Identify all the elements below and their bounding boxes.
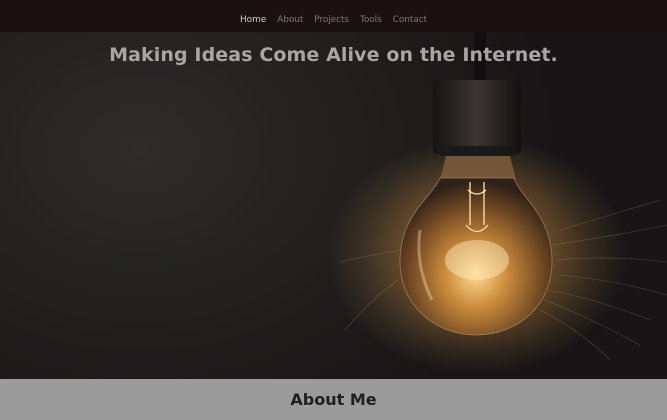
nav-link-contact[interactable]: Contact — [393, 15, 427, 25]
hero-section: Home About Projects Tools Contact Making… — [0, 0, 667, 379]
nav-link-about[interactable]: About — [277, 15, 303, 25]
hero-headline: Making Ideas Come Alive on the Internet. — [109, 44, 558, 66]
about-title: About Me — [290, 390, 377, 409]
about-section: About Me — [0, 379, 667, 420]
top-navbar: Home About Projects Tools Contact — [0, 0, 667, 32]
nav-list: Home About Projects Tools Contact — [240, 7, 427, 26]
nav-link-projects[interactable]: Projects — [314, 15, 349, 25]
nav-link-home[interactable]: Home — [240, 15, 266, 25]
nav-link-tools[interactable]: Tools — [360, 15, 382, 25]
